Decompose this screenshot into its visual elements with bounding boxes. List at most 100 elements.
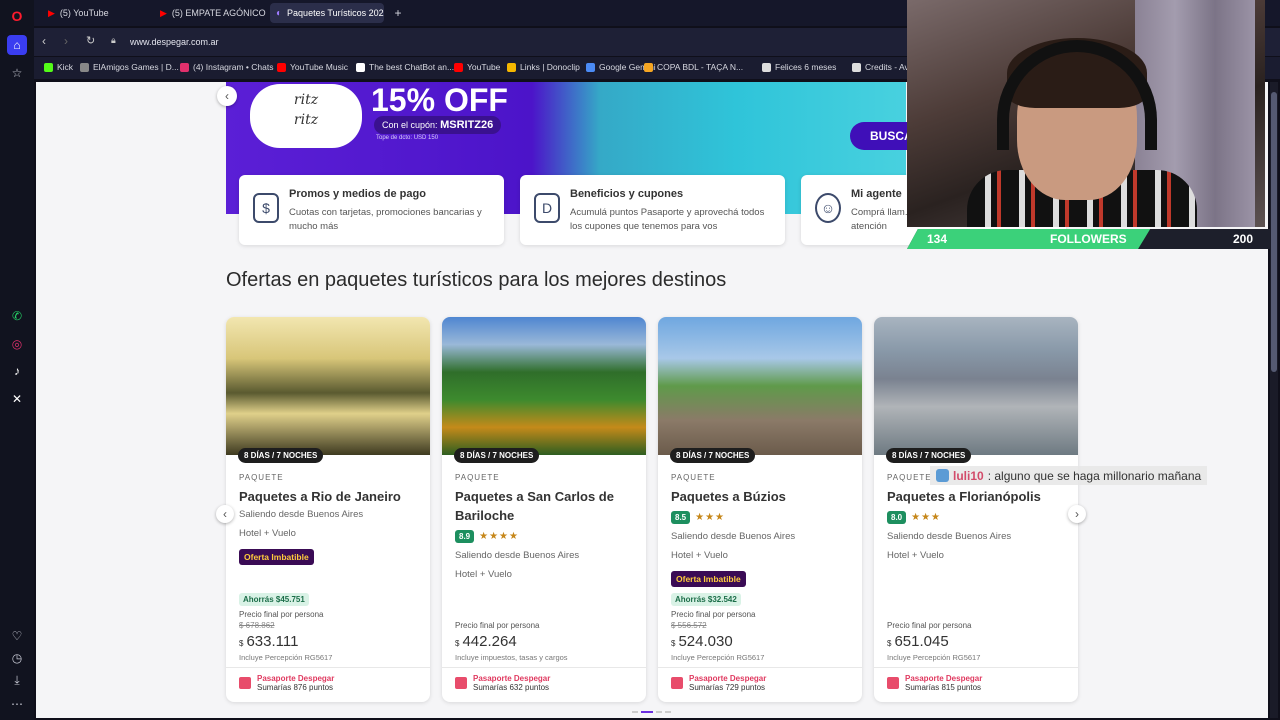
duration-badge: 8 DÍAS / 7 NOCHES	[670, 448, 756, 463]
chat-user: luli10	[953, 468, 984, 483]
departure-text: Saliendo desde Buenos Aires	[887, 531, 1012, 542]
instagram-icon[interactable]: ◎	[7, 334, 27, 354]
carousel-prev-button[interactable]: ‹	[216, 505, 234, 523]
heart-icon[interactable]: ♡	[7, 626, 27, 646]
package-label: PAQUETE	[455, 473, 500, 482]
bookmark-item[interactable]: Kick	[44, 62, 73, 72]
departure-text: Saliendo desde Buenos Aires	[671, 531, 796, 542]
home-icon[interactable]: ⌂	[7, 35, 27, 55]
tiktok-icon[interactable]: ♪	[7, 361, 27, 381]
destination-image[interactable]	[874, 317, 1078, 455]
passport-points: Pasaporte Despegar Sumarías 876 puntos	[239, 674, 334, 692]
passport-title: Pasaporte Despegar	[689, 674, 767, 683]
whatsapp-icon[interactable]: ✆	[7, 306, 27, 326]
bookmark-item[interactable]: The best ChatBot an...	[356, 62, 454, 72]
brand-text: ritz	[293, 92, 319, 108]
tab-youtube[interactable]: ▶ (5) YouTube	[42, 3, 152, 23]
bookmark-icon	[277, 62, 286, 72]
star-icon: ★★★★	[479, 531, 519, 542]
info-card-beneficios[interactable]: D Beneficios y cupones Acumulá puntos Pa…	[520, 175, 785, 245]
bookmark-item[interactable]: (4) Instagram • Chats	[180, 62, 273, 72]
package-label: PAQUETE	[887, 473, 932, 482]
forward-icon[interactable]: ›	[64, 34, 68, 48]
price: $633.111	[239, 633, 298, 650]
price-label: Precio final por persona	[671, 610, 756, 619]
package-card[interactable]: 8 DÍAS / 7 NOCHES PAQUETE Paquetes a Búz…	[658, 317, 862, 702]
bookmark-icon	[80, 62, 89, 72]
destination-image[interactable]	[658, 317, 862, 455]
bookmark-item[interactable]: ElAmigos Games | D...	[80, 62, 179, 72]
bookmark-icon	[454, 62, 463, 72]
package-card[interactable]: 8 DÍAS / 7 NOCHES PAQUETE Paquetes a Flo…	[874, 317, 1078, 702]
package-card[interactable]: 8 DÍAS / 7 NOCHES PAQUETE Paquetes a Rio…	[226, 317, 430, 702]
rating: 8.9 ★★★★	[455, 530, 519, 543]
download-icon[interactable]: ⤓	[7, 670, 27, 690]
new-tab-button[interactable]: +	[388, 3, 408, 23]
brand-text-2: ritz	[293, 112, 319, 128]
banner-prev-button[interactable]: ‹	[217, 86, 237, 106]
tab-empate[interactable]: ▶ (5) EMPATE AGÓNICO vs. ✕	[154, 3, 266, 23]
bookmark-item[interactable]: YouTube	[454, 62, 500, 72]
bookmark-label: ElAmigos Games | D...	[93, 62, 179, 72]
url-field[interactable]: www.despegar.com.ar	[130, 37, 219, 47]
tab-paquetes[interactable]: ◐ Paquetes Turísticos 2026:	[270, 3, 384, 23]
bookmark-item[interactable]: COPA BDL - TAÇA N...	[644, 62, 743, 72]
savings-badge: Ahorrás $32.542	[671, 593, 741, 606]
tab-label: (5) EMPATE AGÓNICO vs.	[171, 8, 266, 18]
despegar-icon: ◐	[276, 7, 283, 19]
package-card[interactable]: 8 DÍAS / 7 NOCHES PAQUETE Paquetes a San…	[442, 317, 646, 702]
tab-label: Paquetes Turísticos 2026:	[287, 8, 384, 18]
bookmark-item[interactable]: YouTube Music	[277, 62, 348, 72]
info-title: Beneficios y cupones	[570, 188, 684, 200]
duration-badge: 8 DÍAS / 7 NOCHES	[238, 448, 324, 463]
carousel-dot-active[interactable]	[641, 711, 653, 713]
info-card-promos[interactable]: $ Promos y medios de pago Cuotas con tar…	[239, 175, 504, 245]
opera-logo-icon[interactable]: O	[7, 6, 27, 26]
passport-points: Pasaporte Despegar Sumarías 815 puntos	[887, 674, 982, 692]
old-price: $ 556.572	[671, 621, 707, 630]
bookmark-item[interactable]: Felices 6 meses	[762, 62, 836, 72]
x-icon[interactable]: ✕	[7, 389, 27, 409]
passport-title: Pasaporte Despegar	[473, 674, 551, 683]
price: $524.030	[671, 633, 733, 650]
carousel-dot[interactable]	[632, 711, 638, 713]
bookmark-label: The best ChatBot an...	[369, 62, 455, 72]
passport-points-text: Sumarías 632 puntos	[473, 683, 550, 692]
scrollbar-thumb[interactable]	[1271, 92, 1277, 372]
carousel-dot[interactable]	[665, 711, 671, 713]
carousel-next-button[interactable]: ›	[1068, 505, 1086, 523]
reload-icon[interactable]: ↻	[86, 34, 95, 47]
info-title: Mi agente	[851, 188, 902, 200]
package-title[interactable]: Paquetes a Búzios	[671, 487, 852, 506]
carousel-dot[interactable]	[656, 711, 662, 713]
bookmark-icon	[644, 62, 653, 72]
coupon-code: MSRITZ26	[440, 119, 494, 131]
divider	[658, 667, 862, 668]
scrollbar[interactable]	[1270, 82, 1278, 718]
destination-image[interactable]	[226, 317, 430, 455]
youtube-icon: ▶	[48, 7, 55, 18]
star-icon[interactable]: ☆	[7, 63, 27, 83]
package-title[interactable]: Paquetes a Rio de Janeiro	[239, 487, 420, 506]
bookmark-icon	[852, 62, 861, 72]
destination-image[interactable]	[442, 317, 646, 455]
plus-icon: +	[394, 6, 402, 20]
more-icon[interactable]: ⋯	[7, 694, 27, 714]
bookmark-item[interactable]: Credits - Av	[852, 62, 909, 72]
bookmark-item[interactable]: Links | Donoclip	[507, 62, 580, 72]
divider	[226, 667, 430, 668]
discount-cap: Tope de dcto: USD 150	[376, 135, 439, 141]
star-icon: ★★★	[695, 512, 726, 523]
price-note: Incluye impuestos, tasas y cargos	[455, 653, 568, 662]
currency: $	[671, 639, 676, 648]
back-icon[interactable]: ‹	[42, 34, 46, 48]
package-title[interactable]: Paquetes a San Carlos de Bariloche	[455, 487, 636, 525]
package-title[interactable]: Paquetes a Florianópolis	[887, 487, 1068, 506]
rating: 8.5 ★★★	[671, 511, 725, 524]
history-icon[interactable]: ◷	[7, 648, 27, 668]
departure-text: Saliendo desde Buenos Aires	[239, 509, 364, 520]
passport-icon	[239, 677, 251, 689]
section-title: Ofertas en paquetes turísticos para los …	[226, 269, 727, 291]
bookmark-label: Links | Donoclip	[520, 62, 580, 72]
discount-text: 15% OFF	[371, 82, 508, 118]
